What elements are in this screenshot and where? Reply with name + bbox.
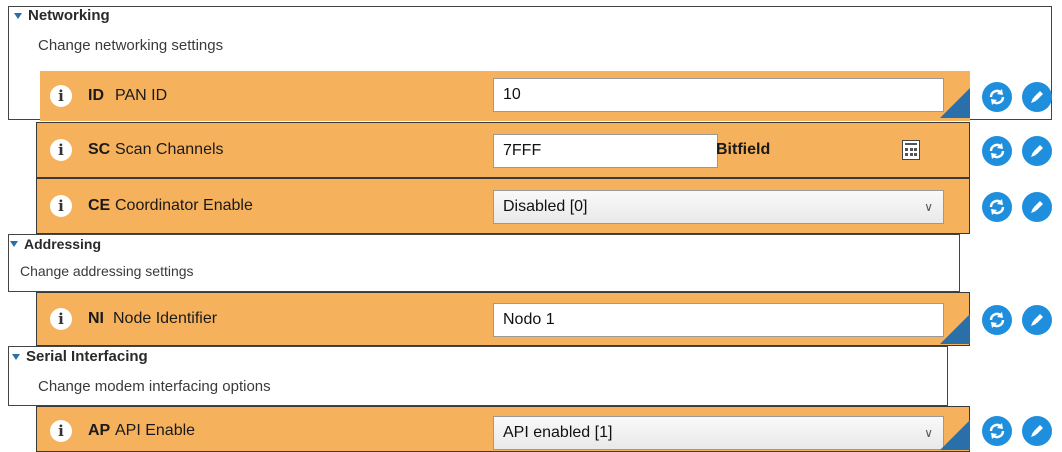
setting-code: NI [88, 310, 104, 327]
info-icon[interactable]: i [50, 420, 72, 442]
addressing-description: Change addressing settings [20, 263, 194, 279]
info-icon[interactable]: i [50, 308, 72, 330]
pencil-icon[interactable] [1022, 305, 1052, 335]
setting-label: Node Identifier [113, 310, 218, 327]
refresh-icon[interactable] [982, 192, 1012, 222]
setting-label: API Enable [115, 422, 196, 439]
pencil-icon[interactable] [1022, 192, 1052, 222]
refresh-icon[interactable] [982, 136, 1012, 166]
setting-code: CE [88, 197, 111, 214]
refresh-icon[interactable] [982, 305, 1012, 335]
serial-interfacing-section [8, 346, 948, 406]
info-icon[interactable]: i [50, 139, 72, 161]
api-enable-select[interactable]: API enabled [1] ∨ [493, 416, 944, 450]
setting-code: AP [88, 422, 111, 439]
networking-title: Networking [28, 7, 110, 24]
networking-section-header[interactable]: Networking [14, 7, 110, 24]
collapse-triangle-icon[interactable] [14, 12, 22, 19]
coordinator-enable-value: Disabled [0] [503, 198, 588, 215]
chevron-down-icon: ∨ [924, 200, 933, 214]
serial-interfacing-description: Change modem interfacing options [38, 378, 271, 395]
setting-code: SC [88, 141, 111, 158]
refresh-icon[interactable] [982, 82, 1012, 112]
modified-corner-icon [940, 88, 970, 118]
setting-label: Coordinator Enable [115, 197, 253, 214]
setting-code: ID [88, 87, 104, 104]
refresh-icon[interactable] [982, 416, 1012, 446]
pencil-icon[interactable] [1022, 416, 1052, 446]
bitfield-label: Bitfield [716, 141, 771, 158]
pencil-icon[interactable] [1022, 82, 1052, 112]
addressing-section-header[interactable]: Addressing [10, 236, 101, 252]
networking-description: Change networking settings [38, 37, 224, 54]
node-identifier-input[interactable]: Nodo 1 [493, 303, 944, 337]
serial-interfacing-section-header[interactable]: Serial Interfacing [12, 348, 148, 365]
serial-interfacing-title: Serial Interfacing [26, 348, 148, 365]
addressing-title: Addressing [24, 236, 102, 252]
info-icon[interactable]: i [50, 195, 72, 217]
modified-corner-icon [940, 420, 970, 450]
info-icon[interactable]: i [50, 85, 72, 107]
pencil-icon[interactable] [1022, 136, 1052, 166]
chevron-down-icon: ∨ [924, 426, 933, 440]
calculator-icon[interactable] [902, 140, 920, 160]
pan-id-input[interactable]: 10 [493, 78, 944, 112]
api-enable-value: API enabled [1] [503, 424, 613, 441]
setting-label: PAN ID [115, 87, 168, 104]
collapse-triangle-icon[interactable] [12, 353, 20, 360]
modified-corner-icon [940, 314, 970, 344]
coordinator-enable-select[interactable]: Disabled [0] ∨ [493, 190, 944, 224]
collapse-triangle-icon[interactable] [10, 241, 18, 247]
setting-label: Scan Channels [115, 141, 224, 158]
scan-channels-input[interactable]: 7FFF [493, 134, 718, 168]
